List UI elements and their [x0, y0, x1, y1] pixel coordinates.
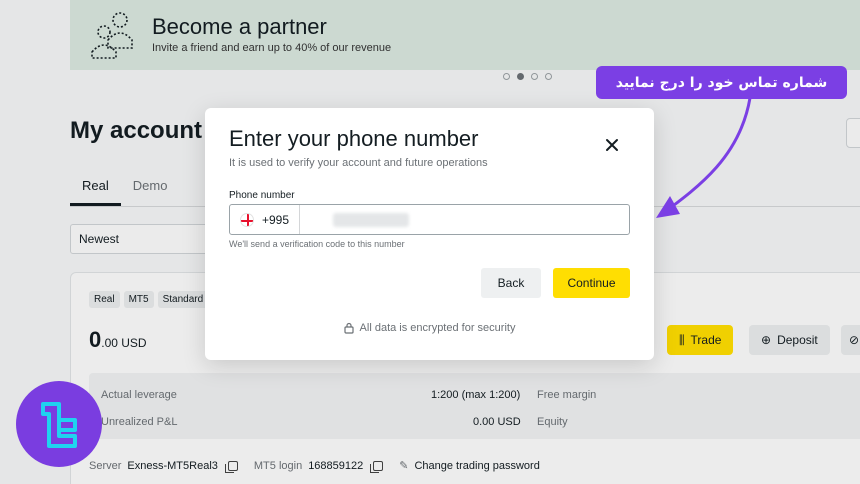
phone-field-label: Phone number	[229, 190, 295, 201]
curved-arrow-icon	[656, 96, 752, 218]
annotation-callout: شماره تماس خود را درج نمایید	[596, 66, 847, 99]
brand-logo	[16, 381, 102, 467]
close-icon[interactable]	[603, 136, 621, 154]
security-note: All data is encrypted for security	[205, 322, 654, 334]
dial-code: +995	[262, 212, 290, 227]
security-note-text: All data is encrypted for security	[359, 322, 516, 334]
phone-hint: We'll send a verification code to this n…	[229, 239, 405, 249]
phone-field: +995	[229, 204, 630, 235]
back-button[interactable]: Back	[481, 268, 541, 298]
lock-icon	[343, 322, 354, 334]
phone-number-modal: Enter your phone number It is used to ve…	[205, 108, 654, 360]
country-code-select[interactable]: +995	[230, 205, 301, 234]
modal-title: Enter your phone number	[229, 126, 479, 151]
modal-subtitle: It is used to verify your account and fu…	[229, 157, 488, 169]
redacted-phone-number	[333, 213, 409, 227]
continue-button[interactable]: Continue	[553, 268, 630, 298]
georgia-flag-icon	[240, 212, 254, 227]
brand-logo-icon	[41, 402, 77, 448]
